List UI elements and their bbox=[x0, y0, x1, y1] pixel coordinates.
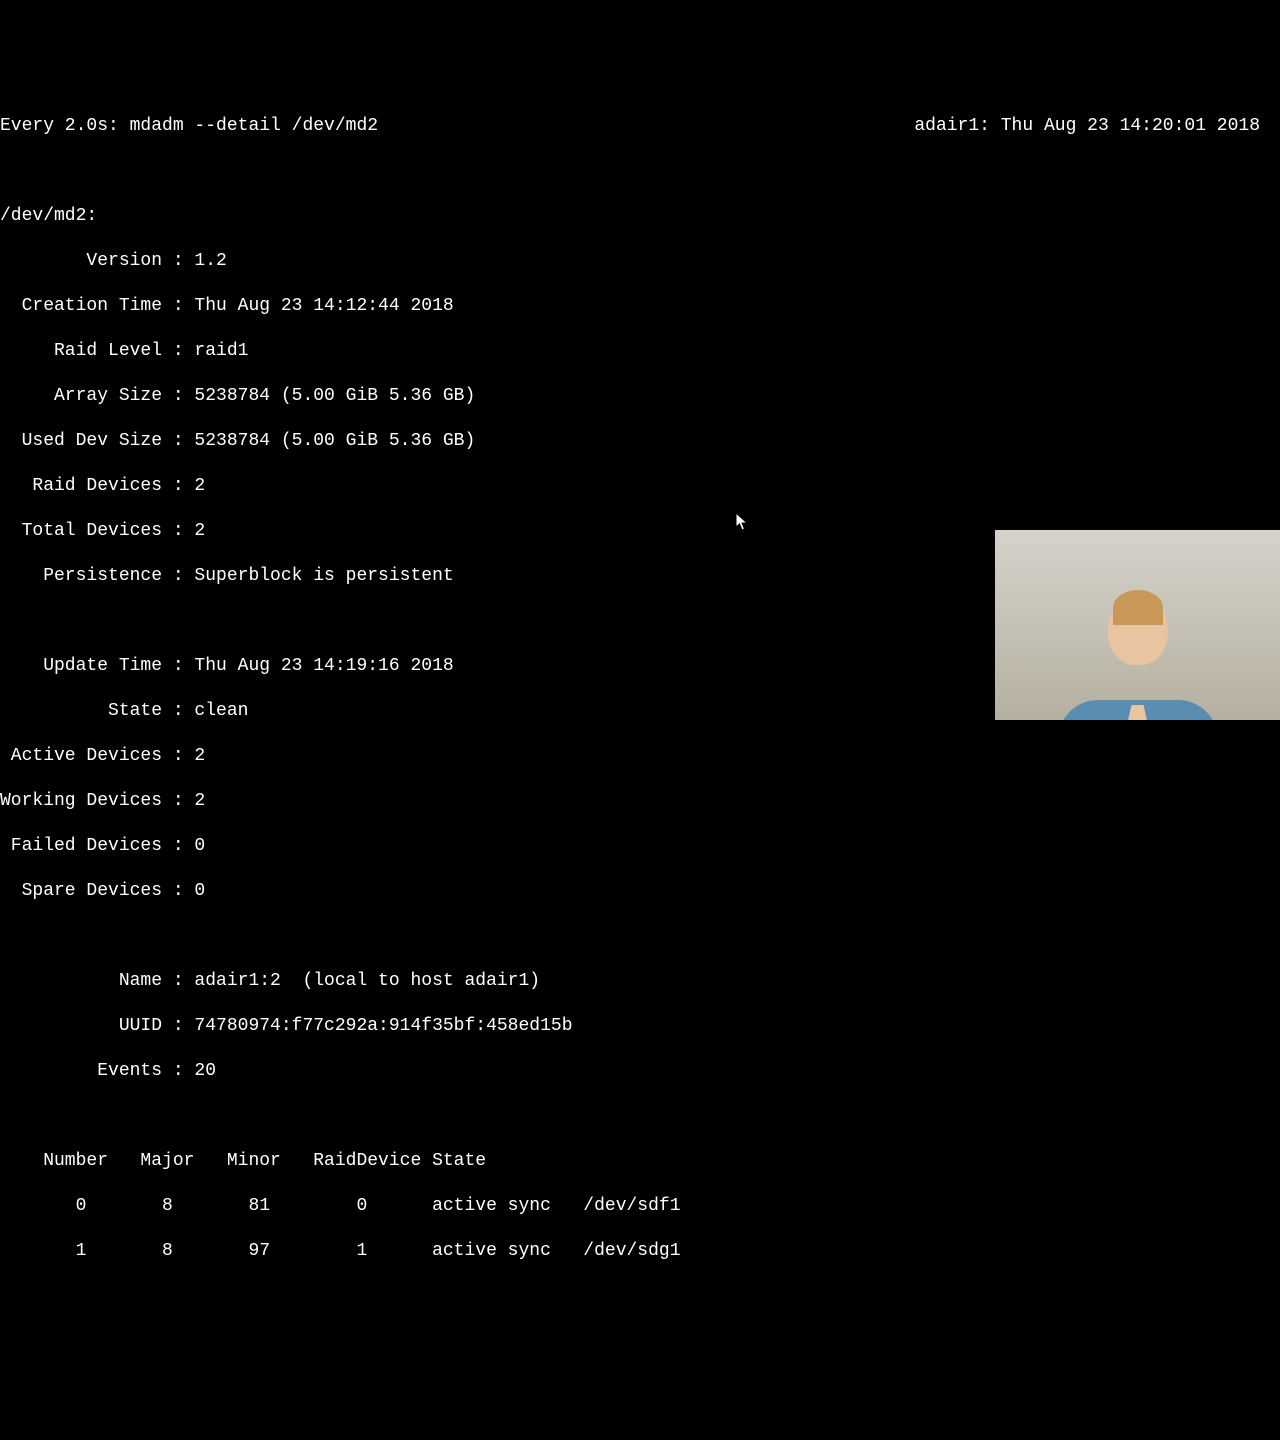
watch-header: Every 2.0s: mdadm --detail /dev/md2 adair… bbox=[0, 115, 1280, 138]
webcam-person bbox=[1098, 550, 1178, 650]
blank-line bbox=[0, 160, 1280, 183]
detail-uuid: UUID : 74780974:f77c292a:914f35bf:458ed1… bbox=[0, 1015, 1280, 1038]
blank-line bbox=[0, 925, 1280, 948]
detail-raid-devices: Raid Devices : 2 bbox=[0, 475, 1280, 498]
detail-used-dev-size: Used Dev Size : 5238784 (5.00 GiB 5.36 G… bbox=[0, 430, 1280, 453]
detail-failed-devices: Failed Devices : 0 bbox=[0, 835, 1280, 858]
detail-version: Version : 1.2 bbox=[0, 250, 1280, 273]
detail-raid-level: Raid Level : raid1 bbox=[0, 340, 1280, 363]
watch-timestamp: adair1: Thu Aug 23 14:20:01 2018 bbox=[914, 115, 1260, 138]
device-table-row: 0 8 81 0 active sync /dev/sdf1 bbox=[0, 1195, 1280, 1218]
detail-spare-devices: Spare Devices : 0 bbox=[0, 880, 1280, 903]
detail-active-devices: Active Devices : 2 bbox=[0, 745, 1280, 768]
device-path: /dev/md2: bbox=[0, 205, 1280, 228]
device-table-header: Number Major Minor RaidDevice State bbox=[0, 1150, 1280, 1173]
detail-array-size: Array Size : 5238784 (5.00 GiB 5.36 GB) bbox=[0, 385, 1280, 408]
detail-working-devices: Working Devices : 2 bbox=[0, 790, 1280, 813]
device-table-row: 1 8 97 1 active sync /dev/sdg1 bbox=[0, 1240, 1280, 1263]
watch-command: Every 2.0s: mdadm --detail /dev/md2 bbox=[0, 115, 378, 138]
webcam-overlay bbox=[995, 530, 1280, 720]
blank-line bbox=[0, 1105, 1280, 1128]
detail-name: Name : adair1:2 (local to host adair1) bbox=[0, 970, 1280, 993]
detail-events: Events : 20 bbox=[0, 1060, 1280, 1083]
detail-creation-time: Creation Time : Thu Aug 23 14:12:44 2018 bbox=[0, 295, 1280, 318]
